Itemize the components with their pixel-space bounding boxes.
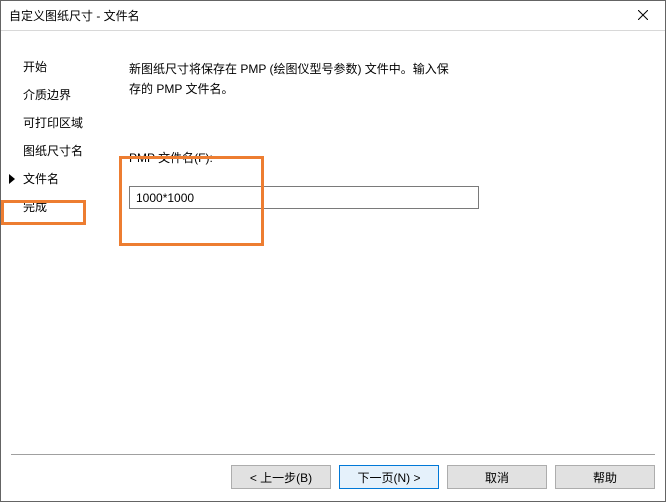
dialog-window: 自定义图纸尺寸 - 文件名 开始 介质边界 可打印区域 图纸尺寸名 文件名 完成… bbox=[0, 0, 666, 502]
step-start[interactable]: 开始 bbox=[23, 59, 113, 75]
next-button[interactable]: 下一页(N) > bbox=[339, 465, 439, 489]
separator bbox=[11, 454, 655, 455]
button-row: < 上一步(B) 下一页(N) > 取消 帮助 bbox=[1, 465, 665, 501]
step-media-bounds[interactable]: 介质边界 bbox=[23, 87, 113, 103]
wizard-steps: 开始 介质边界 可打印区域 图纸尺寸名 文件名 完成 bbox=[1, 59, 113, 454]
pmp-filename-input[interactable] bbox=[129, 186, 479, 209]
back-button[interactable]: < 上一步(B) bbox=[231, 465, 331, 489]
step-printable-area[interactable]: 可打印区域 bbox=[23, 115, 113, 131]
window-title: 自定义图纸尺寸 - 文件名 bbox=[1, 7, 140, 24]
dialog-body: 开始 介质边界 可打印区域 图纸尺寸名 文件名 完成 新图纸尺寸将保存在 PMP… bbox=[1, 31, 665, 501]
titlebar: 自定义图纸尺寸 - 文件名 bbox=[1, 1, 665, 31]
help-button[interactable]: 帮助 bbox=[555, 465, 655, 489]
pmp-filename-label: PMP 文件名(F): bbox=[129, 149, 635, 166]
step-file-name[interactable]: 文件名 bbox=[23, 171, 113, 187]
description-text: 新图纸尺寸将保存在 PMP (绘图仪型号参数) 文件中。输入保存的 PMP 文件… bbox=[129, 59, 459, 99]
pmp-filename-input-wrap bbox=[129, 186, 479, 209]
cancel-button[interactable]: 取消 bbox=[447, 465, 547, 489]
content-area: 开始 介质边界 可打印区域 图纸尺寸名 文件名 完成 新图纸尺寸将保存在 PMP… bbox=[1, 31, 665, 454]
close-button[interactable] bbox=[620, 1, 665, 31]
step-paper-size-name[interactable]: 图纸尺寸名 bbox=[23, 143, 113, 159]
close-icon bbox=[638, 9, 648, 23]
step-finish[interactable]: 完成 bbox=[23, 199, 113, 215]
main-panel: 新图纸尺寸将保存在 PMP (绘图仪型号参数) 文件中。输入保存的 PMP 文件… bbox=[113, 59, 665, 454]
